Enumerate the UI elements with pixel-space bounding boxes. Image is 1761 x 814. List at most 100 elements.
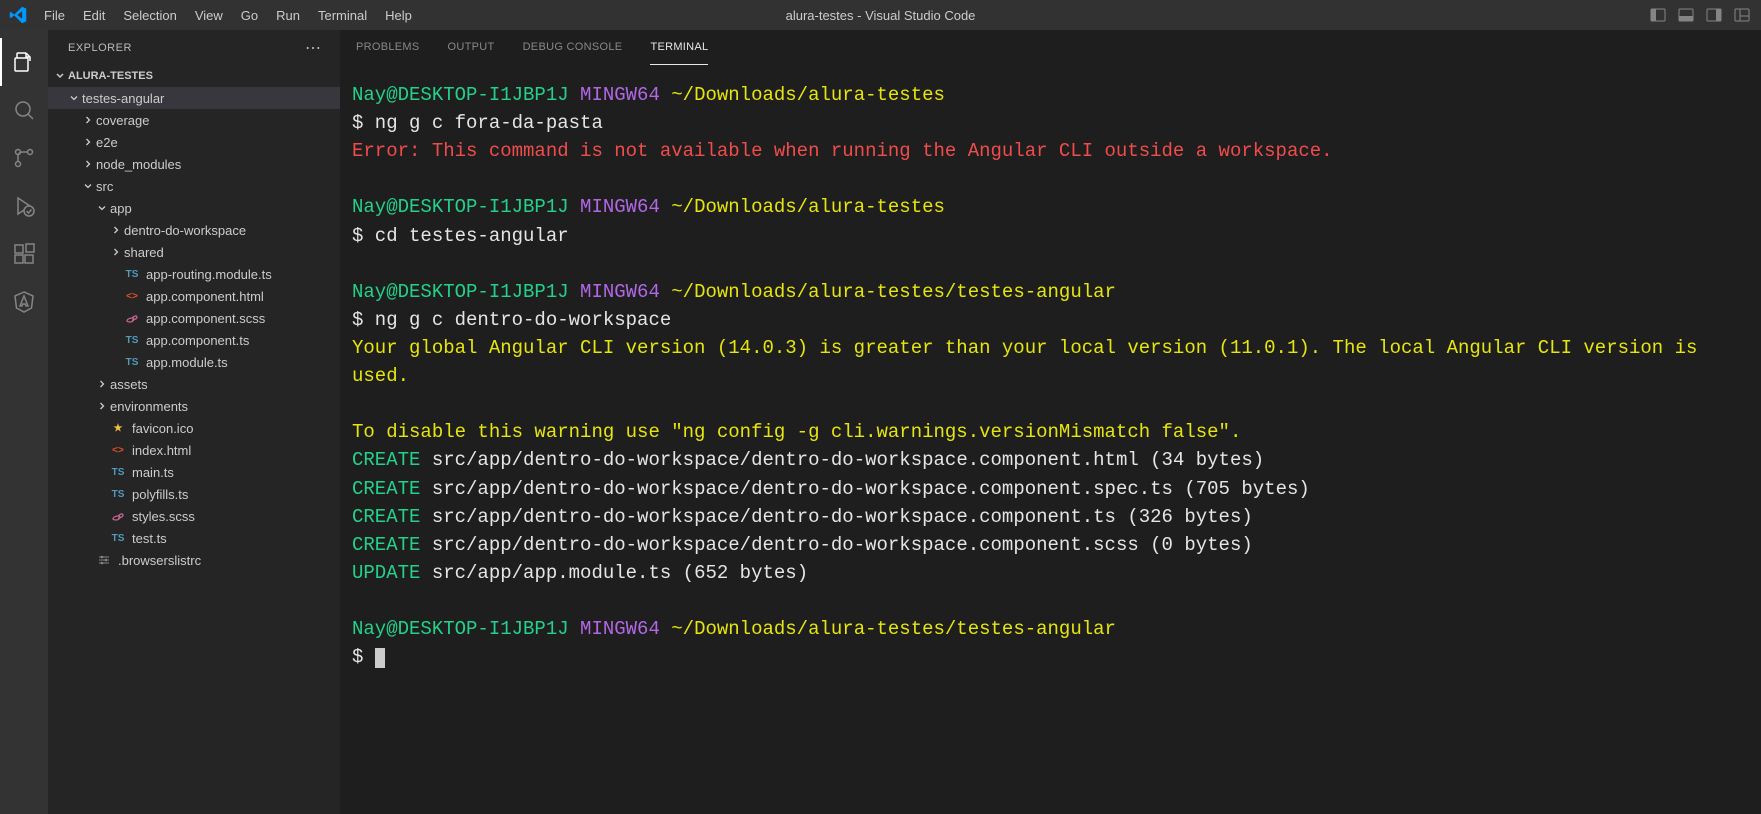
terminal-line: CREATE src/app/dentro-do-workspace/dentr… — [352, 531, 1749, 559]
sidebar-header: EXPLORER ⋯ — [48, 30, 340, 65]
folder-assets[interactable]: assets — [48, 373, 340, 395]
menu-terminal[interactable]: Terminal — [309, 0, 376, 30]
terminal-line: To disable this warning use "ng config -… — [352, 418, 1749, 446]
menu-bar: FileEditSelectionViewGoRunTerminalHelp — [35, 0, 421, 30]
activity-source-control[interactable] — [0, 134, 48, 182]
typescript-icon: TS — [124, 354, 140, 370]
tree-label: e2e — [96, 135, 118, 150]
menu-view[interactable]: View — [186, 0, 232, 30]
tree-label: shared — [124, 245, 164, 260]
terminal-line: CREATE src/app/dentro-do-workspace/dentr… — [352, 503, 1749, 531]
folder-shared[interactable]: shared — [48, 241, 340, 263]
file-test.ts[interactable]: TStest.ts — [48, 527, 340, 549]
menu-selection[interactable]: Selection — [114, 0, 185, 30]
tree-label: app.module.ts — [146, 355, 228, 370]
layout-panel-left-icon[interactable] — [1649, 6, 1667, 24]
terminal-line: CREATE src/app/dentro-do-workspace/dentr… — [352, 446, 1749, 474]
terminal-line: $ ng g c dentro-do-workspace — [352, 306, 1749, 334]
terminal-line: Nay@DESKTOP-I1JBP1J MINGW64 ~/Downloads/… — [352, 81, 1749, 109]
folder-src[interactable]: src — [48, 175, 340, 197]
scss-icon — [124, 310, 140, 326]
typescript-icon: TS — [110, 486, 126, 502]
menu-file[interactable]: File — [35, 0, 74, 30]
vscode-icon — [0, 6, 35, 24]
scss-icon — [110, 508, 126, 524]
sidebar-section-header[interactable]: ALURA-TESTES — [48, 65, 340, 87]
terminal-line: UPDATE src/app/app.module.ts (652 bytes) — [352, 559, 1749, 587]
activity-run-debug[interactable] — [0, 182, 48, 230]
tree-label: test.ts — [132, 531, 167, 546]
file-app-routing.module.ts[interactable]: TS app-routing.module.ts — [48, 263, 340, 285]
editor-area: PROBLEMS OUTPUT DEBUG CONSOLE TERMINAL Nay@… — [340, 30, 1761, 814]
menu-go[interactable]: Go — [232, 0, 267, 30]
terminal-cursor — [375, 648, 385, 668]
file-polyfills.ts[interactable]: TSpolyfills.ts — [48, 483, 340, 505]
menu-edit[interactable]: Edit — [74, 0, 114, 30]
panel-tab-terminal[interactable]: TERMINAL — [650, 30, 708, 65]
file-main.ts[interactable]: TSmain.ts — [48, 461, 340, 483]
menu-help[interactable]: Help — [376, 0, 421, 30]
window-title: alura-testes - Visual Studio Code — [786, 8, 976, 23]
typescript-icon: TS — [124, 332, 140, 348]
menu-run[interactable]: Run — [267, 0, 309, 30]
tree-label: styles.scss — [132, 509, 195, 524]
terminal-output[interactable]: Nay@DESKTOP-I1JBP1J MINGW64 ~/Downloads/… — [340, 65, 1761, 814]
folder-node_modules[interactable]: node_modules — [48, 153, 340, 175]
folder-environments[interactable]: environments — [48, 395, 340, 417]
tree-label: .browserslistrc — [118, 553, 201, 568]
panel-tabs: PROBLEMS OUTPUT DEBUG CONSOLE TERMINAL — [340, 30, 1761, 65]
terminal-line: $ — [352, 643, 1749, 671]
panel-tab-debug-console[interactable]: DEBUG CONSOLE — [523, 30, 623, 65]
layout-panel-bottom-icon[interactable] — [1677, 6, 1695, 24]
file-tree: testes-angular coverage e2e node_modulessrc… — [48, 87, 340, 814]
titlebar: FileEditSelectionViewGoRunTerminalHelp a… — [0, 0, 1761, 30]
typescript-icon: TS — [124, 266, 140, 282]
typescript-icon: TS — [110, 464, 126, 480]
activity-extensions[interactable] — [0, 230, 48, 278]
folder-e2e[interactable]: e2e — [48, 131, 340, 153]
folder-testes-angular[interactable]: testes-angular — [48, 87, 340, 109]
html-icon: <> — [110, 442, 126, 458]
chevron-right-icon — [80, 114, 96, 126]
activity-search[interactable] — [0, 86, 48, 134]
chevron-right-icon — [94, 400, 110, 412]
sidebar: EXPLORER ⋯ ALURA-TESTES testes-angular co… — [48, 30, 340, 814]
file-app.component.html[interactable]: <> app.component.html — [48, 285, 340, 307]
tree-label: favicon.ico — [132, 421, 193, 436]
html-icon: <> — [124, 288, 140, 304]
panel-tab-problems[interactable]: PROBLEMS — [356, 30, 420, 65]
chevron-down-icon — [66, 92, 82, 104]
folder-coverage[interactable]: coverage — [48, 109, 340, 131]
tree-label: coverage — [96, 113, 149, 128]
terminal-line: Nay@DESKTOP-I1JBP1J MINGW64 ~/Downloads/… — [352, 278, 1749, 306]
activity-bar — [0, 30, 48, 814]
tree-label: environments — [110, 399, 188, 414]
sidebar-title: EXPLORER — [68, 42, 132, 54]
tree-label: testes-angular — [82, 91, 164, 106]
folder-dentro-do-workspace[interactable]: dentro-do-workspace — [48, 219, 340, 241]
terminal-line: Error: This command is not available whe… — [352, 137, 1749, 165]
activity-angular[interactable] — [0, 278, 48, 326]
layout-controls — [1649, 6, 1761, 24]
tree-label: app.component.html — [146, 289, 264, 304]
chevron-down-icon — [80, 180, 96, 192]
chevron-down-icon — [52, 70, 68, 82]
file-index.html[interactable]: <>index.html — [48, 439, 340, 461]
file-app.module.ts[interactable]: TS app.module.ts — [48, 351, 340, 373]
file-app.component.ts[interactable]: TSapp.component.ts — [48, 329, 340, 351]
activity-explorer[interactable] — [0, 38, 48, 86]
file-.browserslistrc[interactable]: .browserslistrc — [48, 549, 340, 571]
panel-tab-output[interactable]: OUTPUT — [448, 30, 495, 65]
folder-app[interactable]: app — [48, 197, 340, 219]
terminal-line: $ ng g c fora-da-pasta — [352, 109, 1749, 137]
file-favicon.ico[interactable]: ★favicon.ico — [48, 417, 340, 439]
file-styles.scss[interactable]: styles.scss — [48, 505, 340, 527]
tree-label: app-routing.module.ts — [146, 267, 272, 282]
layout-customize-icon[interactable] — [1733, 6, 1751, 24]
terminal-line — [352, 250, 1749, 278]
file-app.component.scss[interactable]: app.component.scss — [48, 307, 340, 329]
layout-panel-right-icon[interactable] — [1705, 6, 1723, 24]
terminal-line — [352, 390, 1749, 418]
chevron-right-icon — [80, 136, 96, 148]
more-actions-icon[interactable]: ⋯ — [305, 38, 322, 58]
